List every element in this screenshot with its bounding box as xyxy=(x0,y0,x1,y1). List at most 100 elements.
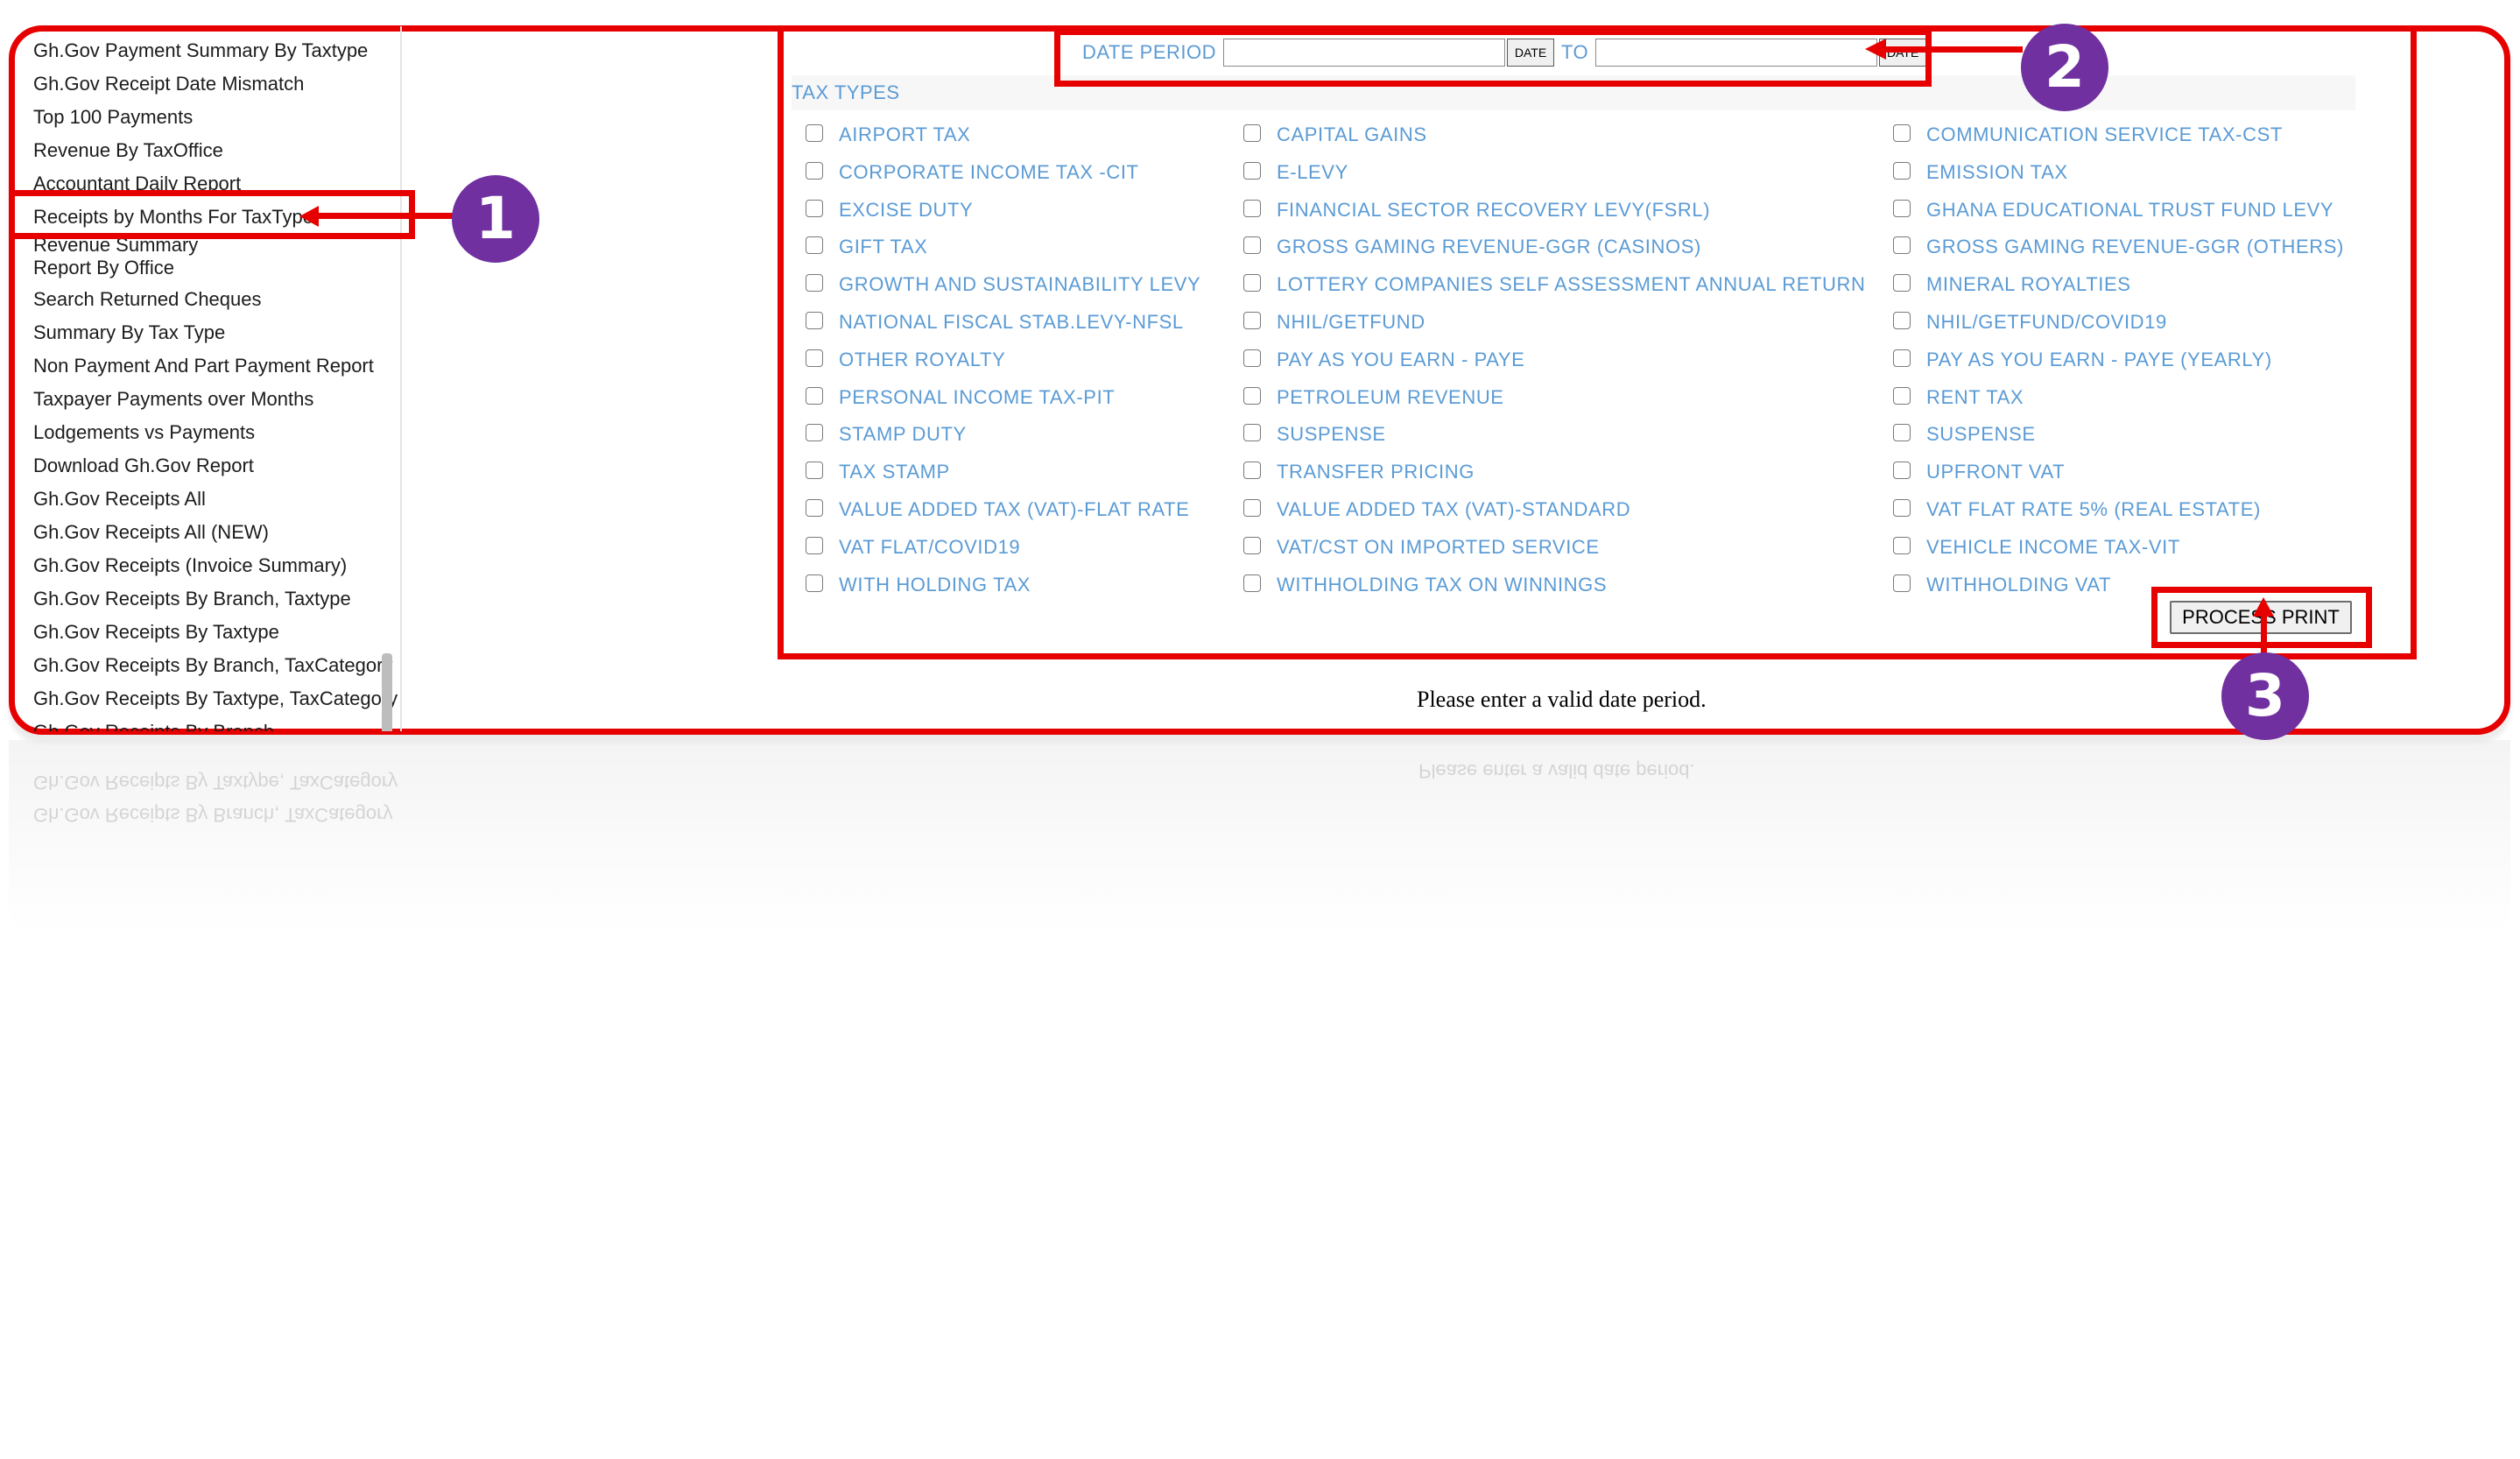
tax-type-checkbox[interactable] xyxy=(1893,536,1911,554)
tax-type-option[interactable]: VEHICLE INCOME TAX-VIT xyxy=(1893,534,2180,560)
tax-type-checkbox[interactable] xyxy=(1893,312,1911,329)
sidebar-report-item[interactable]: Gh.Gov Receipts By Branch xyxy=(33,716,400,731)
tax-type-option[interactable]: VALUE ADDED TAX (VAT)-FLAT RATE xyxy=(806,497,1189,523)
sidebar-report-item[interactable]: Summary By Tax Type xyxy=(33,317,400,349)
sidebar-report-item[interactable]: Gh.Gov Receipt Date Mismatch xyxy=(33,68,400,100)
tax-type-checkbox[interactable] xyxy=(1243,161,1261,180)
tax-type-option[interactable]: VAT FLAT RATE 5% (REAL ESTATE) xyxy=(1893,497,2261,523)
tax-type-option[interactable]: GIFT TAX xyxy=(806,234,927,260)
tax-type-checkbox[interactable] xyxy=(1243,349,1261,367)
tax-type-option[interactable]: PAY AS YOU EARN - PAYE (YEARLY) xyxy=(1893,347,2272,373)
tax-type-option[interactable]: OTHER ROYALTY xyxy=(806,347,1005,373)
tax-type-checkbox[interactable] xyxy=(806,349,823,367)
sidebar-report-item[interactable]: Search Returned Cheques xyxy=(33,284,400,315)
tax-type-checkbox[interactable] xyxy=(1243,124,1261,142)
tax-type-checkbox[interactable] xyxy=(1893,386,1911,405)
sidebar-report-item[interactable]: Gh.Gov Payment Summary By Taxtype xyxy=(33,35,400,67)
tax-type-checkbox[interactable] xyxy=(1243,199,1261,217)
tax-type-checkbox[interactable] xyxy=(806,274,823,293)
tax-type-checkbox[interactable] xyxy=(1893,499,1911,517)
date-to-input[interactable] xyxy=(1595,39,1878,67)
tax-type-option[interactable]: GHANA EDUCATIONAL TRUST FUND LEVY xyxy=(1893,197,2333,223)
sidebar-report-item[interactable]: Non Payment And Part Payment Report xyxy=(33,350,400,382)
tax-type-option[interactable]: LOTTERY COMPANIES SELF ASSESSMENT ANNUAL… xyxy=(1243,271,1865,298)
tax-type-checkbox[interactable] xyxy=(1243,424,1261,442)
tax-type-option[interactable]: GROSS GAMING REVENUE-GGR (OTHERS) xyxy=(1893,234,2344,260)
sidebar-report-item[interactable]: Accountant Daily Report xyxy=(33,168,400,200)
tax-type-option[interactable]: RENT TAX xyxy=(1893,384,2024,411)
sidebar-report-item[interactable]: Report By Office xyxy=(33,256,400,280)
tax-type-checkbox[interactable] xyxy=(1893,349,1911,367)
tax-type-checkbox[interactable] xyxy=(1893,236,1911,255)
tax-type-option[interactable]: VAT/CST ON IMPORTED SERVICE xyxy=(1243,534,1600,560)
tax-type-option[interactable]: TAX STAMP xyxy=(806,459,950,485)
tax-type-checkbox[interactable] xyxy=(806,499,823,517)
tax-type-checkbox[interactable] xyxy=(1243,462,1261,480)
tax-type-option[interactable]: GROWTH AND SUSTAINABILITY LEVY xyxy=(806,271,1200,298)
date-to-picker-button[interactable]: DATE xyxy=(1879,39,1927,67)
tax-type-checkbox[interactable] xyxy=(1893,161,1911,180)
tax-type-checkbox[interactable] xyxy=(1893,462,1911,480)
sidebar-report-item[interactable]: Gh.Gov Receipts By Taxtype xyxy=(33,617,400,648)
tax-type-option[interactable]: PERSONAL INCOME TAX-PIT xyxy=(806,384,1115,411)
tax-type-checkbox[interactable] xyxy=(806,574,823,592)
tax-type-checkbox[interactable] xyxy=(806,386,823,405)
sidebar-report-item[interactable]: Gh.Gov Receipts By Taxtype, TaxCategory xyxy=(33,683,400,715)
tax-type-checkbox[interactable] xyxy=(806,124,823,142)
tax-type-option[interactable]: PETROLEUM REVENUE xyxy=(1243,384,1504,411)
tax-type-checkbox[interactable] xyxy=(1243,499,1261,517)
sidebar-report-item[interactable]: Download Gh.Gov Report xyxy=(33,450,400,482)
tax-type-option[interactable]: FINANCIAL SECTOR RECOVERY LEVY(FSRL) xyxy=(1243,197,1710,223)
tax-type-option[interactable]: WITH HOLDING TAX xyxy=(806,572,1031,598)
tax-type-option[interactable]: GROSS GAMING REVENUE-GGR (CASINOS) xyxy=(1243,234,1701,260)
tax-type-option[interactable]: CAPITAL GAINS xyxy=(1243,122,1427,148)
sidebar-report-item[interactable]: Revenue Summary xyxy=(33,233,400,257)
tax-type-option[interactable]: MINERAL ROYALTIES xyxy=(1893,271,2131,298)
sidebar-report-item[interactable]: Lodgements vs Payments xyxy=(33,417,400,448)
tax-type-option[interactable]: WITHHOLDING TAX ON WINNINGS xyxy=(1243,572,1607,598)
sidebar-report-item[interactable]: Taxpayer Payments over Months xyxy=(33,384,400,415)
tax-type-checkbox[interactable] xyxy=(806,199,823,217)
tax-type-option[interactable]: PAY AS YOU EARN - PAYE xyxy=(1243,347,1524,373)
date-from-input[interactable] xyxy=(1223,39,1506,67)
tax-type-checkbox[interactable] xyxy=(806,312,823,329)
sidebar-scrollbar-thumb[interactable] xyxy=(382,653,392,731)
tax-type-option[interactable]: NHIL/GETFUND/COVID19 xyxy=(1893,309,2167,335)
tax-type-option[interactable]: VAT FLAT/COVID19 xyxy=(806,534,1020,560)
tax-type-checkbox[interactable] xyxy=(1893,274,1911,293)
tax-type-option[interactable]: NATIONAL FISCAL STAB.LEVY-NFSL xyxy=(806,309,1184,335)
tax-type-option[interactable]: NHIL/GETFUND xyxy=(1243,309,1425,335)
date-from-picker-button[interactable]: DATE xyxy=(1507,39,1555,67)
tax-type-checkbox[interactable] xyxy=(1893,199,1911,217)
tax-type-option[interactable]: STAMP DUTY xyxy=(806,421,967,448)
tax-type-option[interactable]: COMMUNICATION SERVICE TAX-CST xyxy=(1893,122,2283,148)
tax-type-option[interactable]: WITHHOLDING VAT xyxy=(1893,572,2111,598)
tax-type-option[interactable]: E-LEVY xyxy=(1243,159,1348,186)
tax-type-checkbox[interactable] xyxy=(1243,312,1261,329)
tax-type-checkbox[interactable] xyxy=(806,424,823,442)
tax-type-checkbox[interactable] xyxy=(806,536,823,554)
sidebar-report-item[interactable]: Gh.Gov Receipts (Invoice Summary) xyxy=(33,550,400,581)
tax-type-option[interactable]: EXCISE DUTY xyxy=(806,197,973,223)
tax-type-option[interactable]: SUSPENSE xyxy=(1243,421,1386,448)
tax-type-option[interactable]: AIRPORT TAX xyxy=(806,122,970,148)
tax-type-option[interactable]: EMISSION TAX xyxy=(1893,159,2068,186)
sidebar-report-item[interactable]: Gh.Gov Receipts By Branch, Taxtype xyxy=(33,583,400,615)
tax-type-checkbox[interactable] xyxy=(1893,424,1911,442)
tax-type-checkbox[interactable] xyxy=(1243,386,1261,405)
sidebar-report-item[interactable]: Top 100 Payments xyxy=(33,102,400,133)
tax-type-checkbox[interactable] xyxy=(1893,124,1911,142)
tax-type-checkbox[interactable] xyxy=(1243,574,1261,592)
tax-type-checkbox[interactable] xyxy=(1243,236,1261,255)
sidebar-report-item[interactable]: Gh.Gov Receipts By Branch, TaxCategory xyxy=(33,650,400,681)
tax-type-option[interactable]: CORPORATE INCOME TAX -CIT xyxy=(806,159,1139,186)
tax-type-checkbox[interactable] xyxy=(1243,536,1261,554)
tax-type-option[interactable]: UPFRONT VAT xyxy=(1893,459,2065,485)
tax-type-checkbox[interactable] xyxy=(806,462,823,480)
tax-type-option[interactable]: SUSPENSE xyxy=(1893,421,2036,448)
tax-type-checkbox[interactable] xyxy=(1893,574,1911,592)
sidebar-report-item[interactable]: Gh.Gov Receipts All (NEW) xyxy=(33,517,400,548)
tax-type-option[interactable]: TRANSFER PRICING xyxy=(1243,459,1475,485)
sidebar-report-item[interactable]: Revenue By TaxOffice xyxy=(33,135,400,166)
sidebar-report-item[interactable]: Gh.Gov Receipts All xyxy=(33,483,400,515)
